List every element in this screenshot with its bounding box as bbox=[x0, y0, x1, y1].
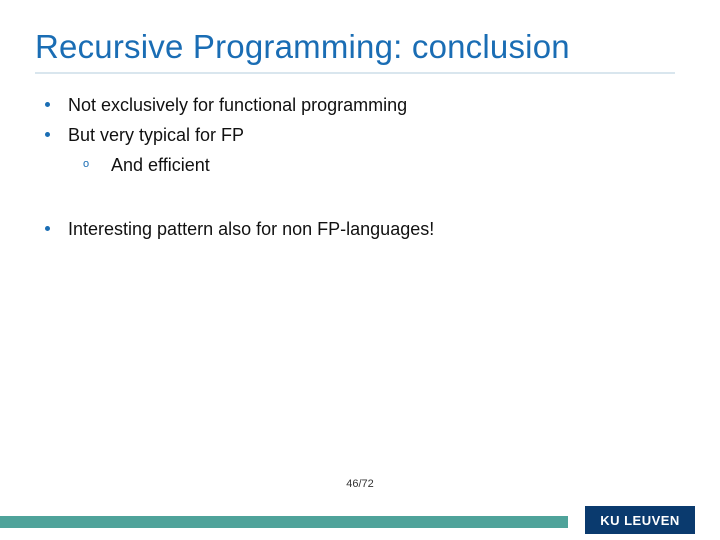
slide: Recursive Programming: conclusion Not ex… bbox=[0, 0, 720, 540]
sub-bullet-text: And efficient bbox=[111, 152, 665, 178]
spacer bbox=[45, 182, 665, 216]
page-number: 46/72 bbox=[0, 478, 720, 490]
bullet-dot-icon bbox=[45, 102, 50, 107]
footer: KU LEUVEN bbox=[0, 500, 720, 540]
bullet-text: But very typical for FP bbox=[68, 122, 665, 148]
bullet-item: But very typical for FP bbox=[45, 122, 665, 148]
circle-marker-icon: o bbox=[83, 157, 93, 173]
bullet-item: Interesting pattern also for non FP-lang… bbox=[45, 216, 665, 242]
kuleuven-logo: KU LEUVEN bbox=[585, 506, 695, 534]
bullet-dot-icon bbox=[45, 132, 50, 137]
logo-text: KU LEUVEN bbox=[600, 513, 680, 528]
slide-title: Recursive Programming: conclusion bbox=[35, 28, 570, 66]
sub-bullet-item: o And efficient bbox=[83, 152, 665, 178]
title-underline bbox=[35, 72, 675, 74]
bullet-dot-icon bbox=[45, 226, 50, 231]
bullet-text: Interesting pattern also for non FP-lang… bbox=[68, 216, 665, 242]
bullet-item: Not exclusively for functional programmi… bbox=[45, 92, 665, 118]
footer-stripe bbox=[0, 516, 568, 528]
slide-body: Not exclusively for functional programmi… bbox=[45, 92, 665, 246]
bullet-text: Not exclusively for functional programmi… bbox=[68, 92, 665, 118]
